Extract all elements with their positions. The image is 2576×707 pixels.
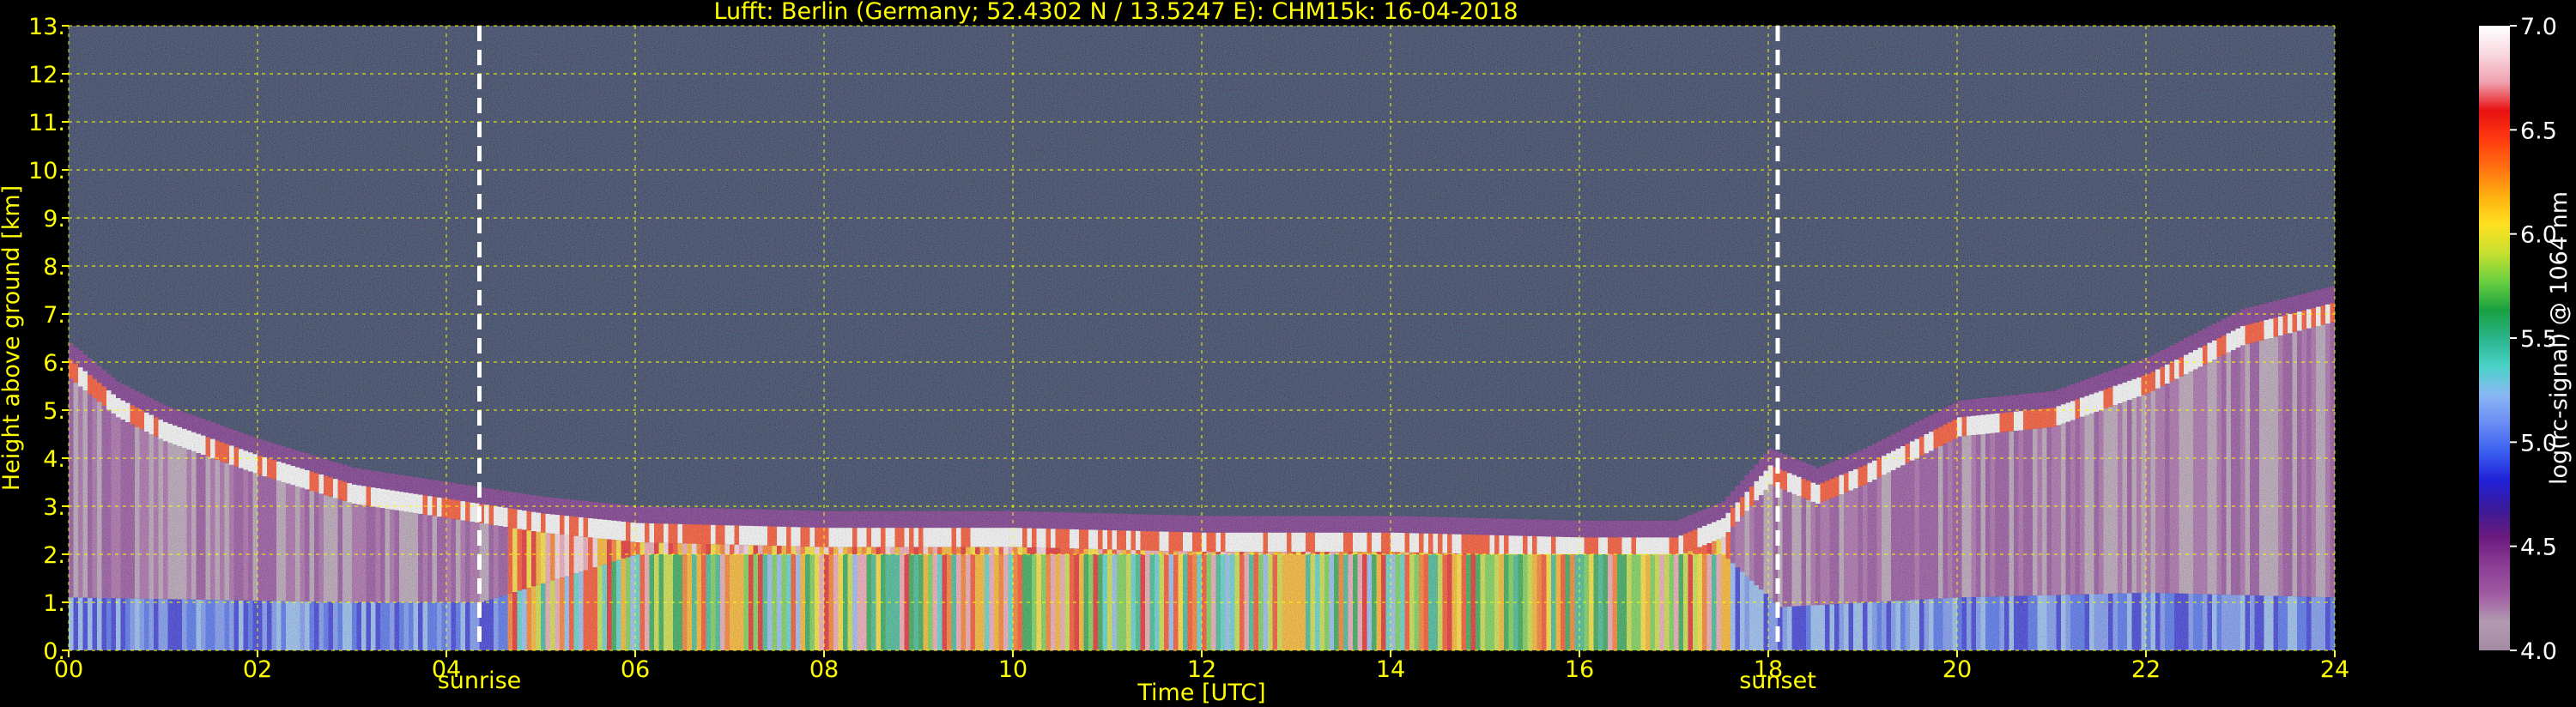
plot-area (68, 25, 2336, 651)
colorbar-tick-label: 7.0 (2520, 14, 2557, 40)
sunset-label: sunset (1739, 668, 1816, 694)
x-tick-label: 20 (1943, 656, 1972, 683)
y-tick-label: 0. (43, 638, 65, 665)
colorbar-gradient (2479, 26, 2510, 650)
x-tick-label: 24 (2320, 656, 2349, 683)
colorbar: 4.04.55.05.56.06.57.0 log(rc-signal) @ 1… (2479, 14, 2573, 665)
x-tick-label: 14 (1376, 656, 1405, 683)
colorbar-label: log(rc-signal) @ 1064 nm (2546, 191, 2573, 485)
y-tick-label: 11. (28, 110, 65, 136)
colorbar-tick-label: 6.5 (2520, 118, 2557, 144)
y-tick-label: 12. (28, 62, 65, 88)
x-tick-label: 08 (809, 656, 839, 683)
x-tick-labels: 00 02 04 06 08 10 12 14 16 18 20 22 24 (54, 650, 2349, 683)
y-tick-labels: 0. 1. 2. 3. 4. 5. 6. 7. 8. 9. 10. 11. 12. 13. (28, 14, 69, 665)
y-tick-label: 1. (43, 590, 65, 617)
y-tick-label: 10. (28, 158, 65, 184)
y-tick-label: 2. (43, 542, 65, 569)
x-tick-label: 16 (1565, 656, 1594, 683)
y-tick-label: 6. (43, 350, 65, 377)
colorbar-tick-label: 4.0 (2520, 638, 2557, 665)
y-axis-label: Height above ground [km] (0, 185, 25, 491)
y-tick-label: 9. (43, 206, 65, 233)
y-tick-label: 7. (43, 302, 65, 329)
y-tick-label: 13. (28, 14, 65, 40)
ceilometer-chart: Lufft: Berlin (Germany; 52.4302 N / 13.5… (0, 0, 2573, 706)
x-tick-label: 06 (621, 656, 650, 683)
y-tick-label: 4. (43, 446, 65, 473)
y-tick-label: 8. (43, 254, 65, 281)
x-tick-label: 02 (243, 656, 272, 683)
colorbar-tick-label: 4.5 (2520, 535, 2557, 561)
x-tick-label: 22 (2131, 656, 2161, 683)
chart-title: Lufft: Berlin (Germany; 52.4302 N / 13.5… (713, 0, 1518, 25)
x-tick-label: 10 (998, 656, 1027, 683)
sunrise-label: sunrise (438, 668, 522, 694)
y-tick-label: 3. (43, 494, 65, 521)
y-tick-label: 5. (43, 398, 65, 425)
x-axis-label: Time [UTC] (1136, 680, 1265, 706)
